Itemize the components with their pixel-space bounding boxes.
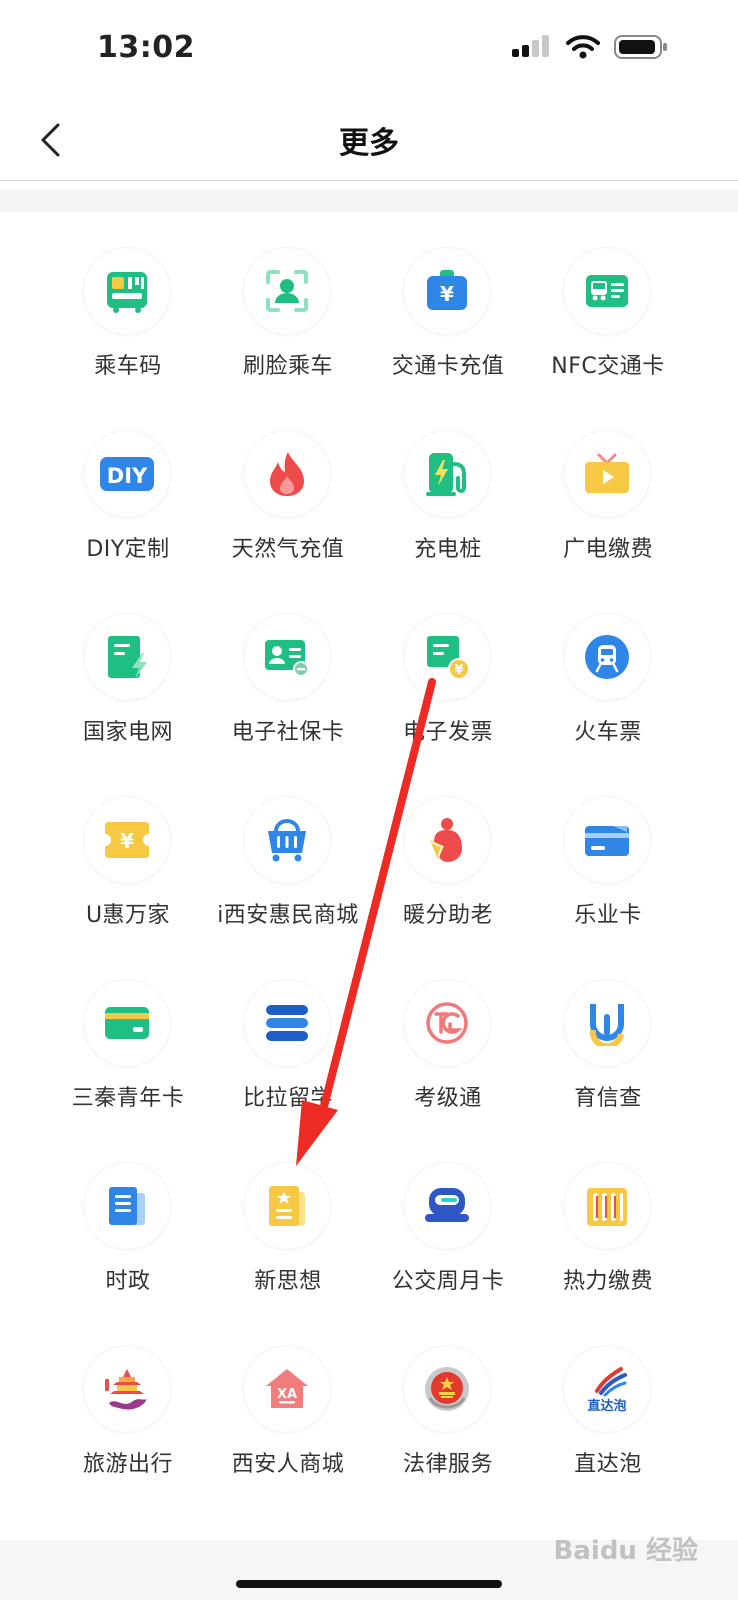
watermark: Baidu 经验 (553, 1536, 698, 1566)
grid-item-bus-pass[interactable]: 公交周月卡 (363, 1127, 533, 1313)
elder-care-icon (404, 797, 490, 883)
grid-item-tv[interactable]: 广电缴费 (523, 395, 693, 581)
nfc-bus-card-icon (564, 248, 650, 334)
grid-item-legal[interactable]: 法律服务 (363, 1310, 533, 1496)
bus-seat-icon (404, 1163, 490, 1249)
services-grid: 乘车码 刷脸乘车 ¥ 交通卡充值 NFC交通卡 DIY DIY定制 天然气充值 … (0, 212, 738, 1540)
svg-text:DIY: DIY (107, 464, 148, 488)
svg-text:¥: ¥ (440, 282, 454, 306)
grid-item-label: 火车票 (574, 720, 642, 745)
grid-item-label: 直达泡 (574, 1452, 642, 1477)
grid-item-bila-study[interactable]: 比拉留学 (203, 944, 373, 1130)
grid-item-label: 乐业卡 (574, 903, 642, 928)
svg-text:¥: ¥ (454, 663, 463, 678)
grid-item-exam[interactable]: 考级通 (363, 944, 533, 1130)
zhidapao-logo-icon: 直达泡 (564, 1346, 650, 1432)
grid-item-bus-code[interactable]: 乘车码 (43, 212, 213, 398)
grid-item-gas[interactable]: 天然气充值 (203, 395, 373, 581)
grid-item-youth-card[interactable]: 三秦青年卡 (43, 944, 213, 1130)
charging-pile-icon (404, 431, 490, 517)
train-icon (564, 614, 650, 700)
pagoda-icon (84, 1346, 170, 1432)
grid-item-label: 广电缴费 (562, 537, 653, 562)
wifi-icon (566, 35, 600, 59)
diy-icon: DIY (84, 431, 170, 517)
grid-item-heating[interactable]: 热力缴费 (523, 1127, 693, 1313)
zhidapao-logo-text: 直达泡 (587, 1398, 626, 1414)
signal-icon (512, 35, 549, 57)
grid-item-e-invoice[interactable]: ¥ 电子发票 (363, 578, 533, 764)
grid-item-politics[interactable]: 时政 (43, 1127, 213, 1313)
grid-item-nfc-card[interactable]: NFC交通卡 (523, 212, 693, 398)
xa-house-icon: XA (244, 1346, 330, 1432)
tv-icon (564, 431, 650, 517)
invoice-icon: ¥ (404, 614, 490, 700)
status-time: 13:02 (97, 30, 195, 65)
svg-text:XA: XA (277, 1387, 297, 1402)
grid-item-label: NFC交通卡 (551, 354, 665, 379)
grid-item-travel[interactable]: 旅游出行 (43, 1310, 213, 1496)
grid-item-face-ride[interactable]: 刷脸乘车 (203, 212, 373, 398)
yuan-card-icon: ¥ (404, 248, 490, 334)
grid-item-power-grid[interactable]: 国家电网 (43, 578, 213, 764)
battery-icon (614, 35, 667, 59)
grid-item-u-benefits[interactable]: ¥ U惠万家 (43, 761, 213, 947)
grid-item-label: 热力缴费 (562, 1269, 653, 1294)
social-security-card-icon (244, 614, 330, 700)
grid-item-edu-check[interactable]: 育信查 (523, 944, 693, 1130)
education-check-icon (564, 980, 650, 1066)
page-title: 更多 (339, 126, 399, 161)
face-scan-icon (244, 248, 330, 334)
stack-icon (244, 980, 330, 1066)
grid-item-elder-care[interactable]: 暖分助老 (363, 761, 533, 947)
star-document-icon (244, 1163, 330, 1249)
grid-item-train[interactable]: 火车票 (523, 578, 693, 764)
shopping-basket-icon (244, 797, 330, 883)
grid-item-card-recharge[interactable]: ¥ 交通卡充值 (363, 212, 533, 398)
news-icon (84, 1163, 170, 1249)
green-card-icon (84, 980, 170, 1066)
coupon-icon: ¥ (84, 797, 170, 883)
grid-item-leye-card[interactable]: 乐业卡 (523, 761, 693, 947)
grid-item-diy[interactable]: DIY DIY定制 (43, 395, 213, 581)
court-emblem-icon (404, 1346, 490, 1432)
nav-bar: 更多 (0, 100, 738, 181)
exam-logo-icon (404, 980, 490, 1066)
section-divider (0, 190, 738, 212)
status-icons (512, 34, 668, 60)
power-grid-icon (84, 614, 170, 700)
radiator-icon (564, 1163, 650, 1249)
grid-item-charging[interactable]: 充电桩 (363, 395, 533, 581)
grid-item-zhidapao[interactable]: 直达泡 直达泡 (523, 1310, 693, 1496)
bank-card-icon (564, 797, 650, 883)
bus-qr-icon (84, 248, 170, 334)
grid-item-label: 育信查 (574, 1086, 642, 1111)
status-bar: 13:02 (0, 0, 738, 100)
grid-item-new-thought[interactable]: 新思想 (203, 1127, 373, 1313)
grid-item-xian-mall[interactable]: i西安惠民商城 (203, 761, 373, 947)
grid-item-xian-people-mall[interactable]: XA 西安人商城 (203, 1310, 373, 1496)
grid-item-social-card[interactable]: 电子社保卡 (203, 578, 373, 764)
svg-text:¥: ¥ (120, 829, 134, 853)
home-indicator[interactable] (236, 1580, 502, 1588)
flame-icon (244, 431, 330, 517)
